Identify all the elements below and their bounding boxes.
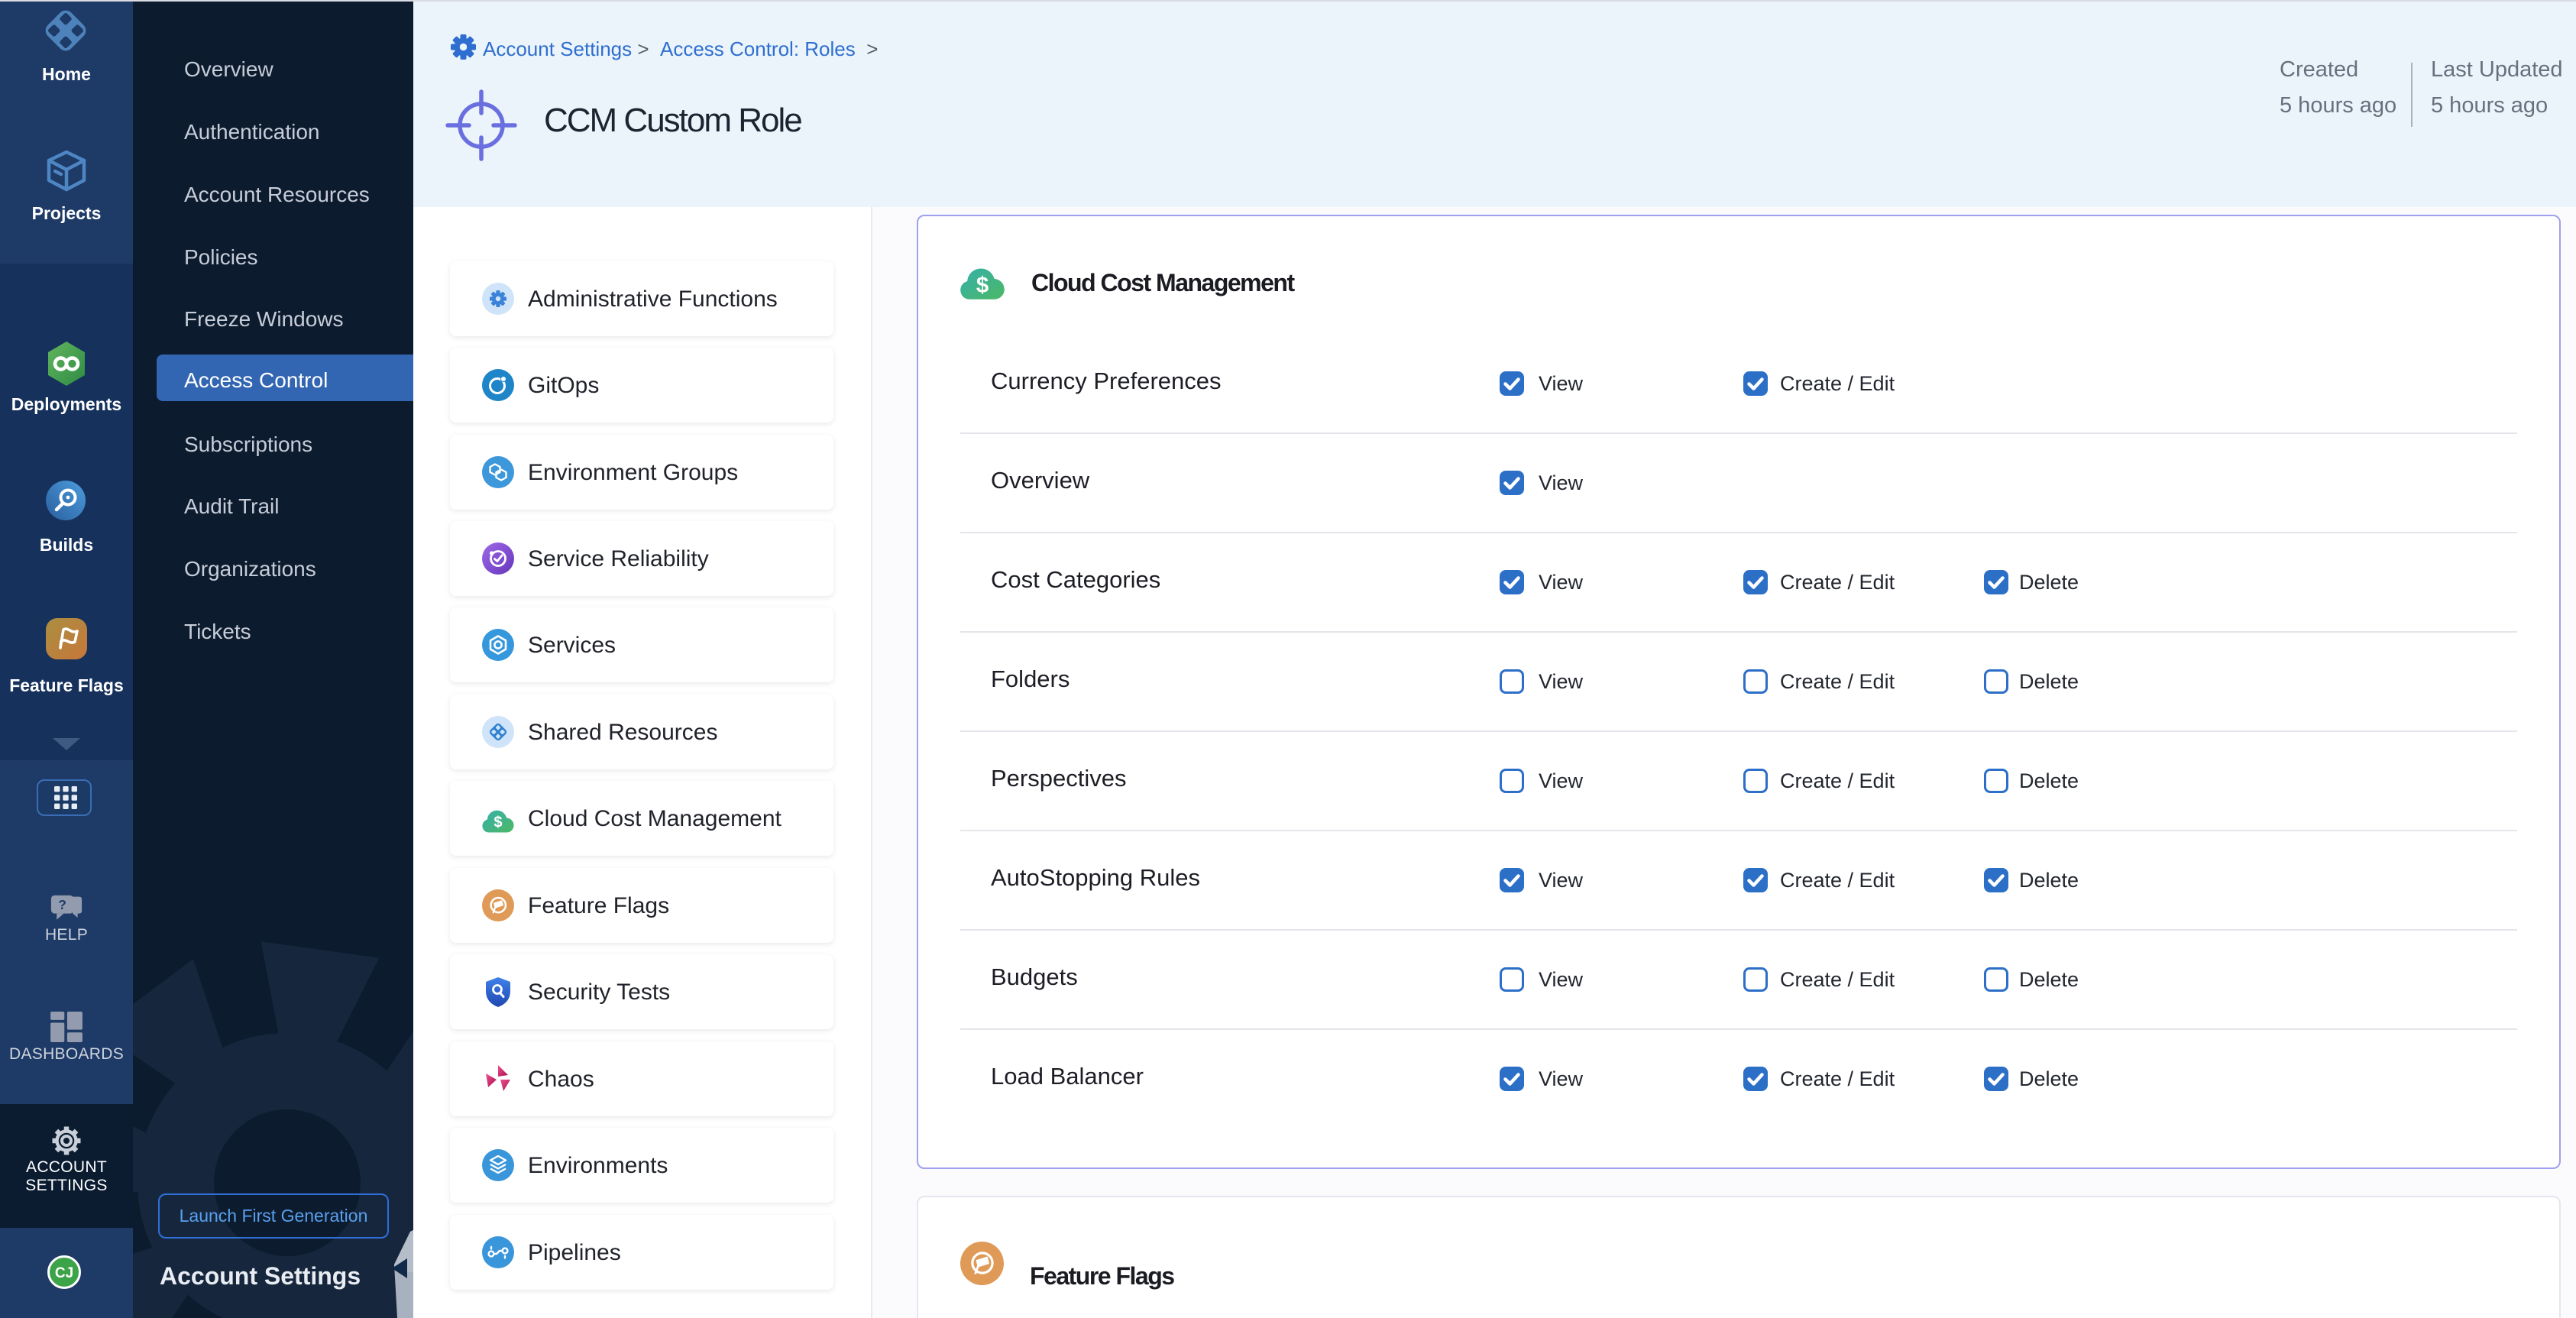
svg-text:?: ?: [58, 897, 66, 912]
svg-text:$: $: [494, 814, 502, 831]
svg-text:$: $: [976, 273, 989, 298]
